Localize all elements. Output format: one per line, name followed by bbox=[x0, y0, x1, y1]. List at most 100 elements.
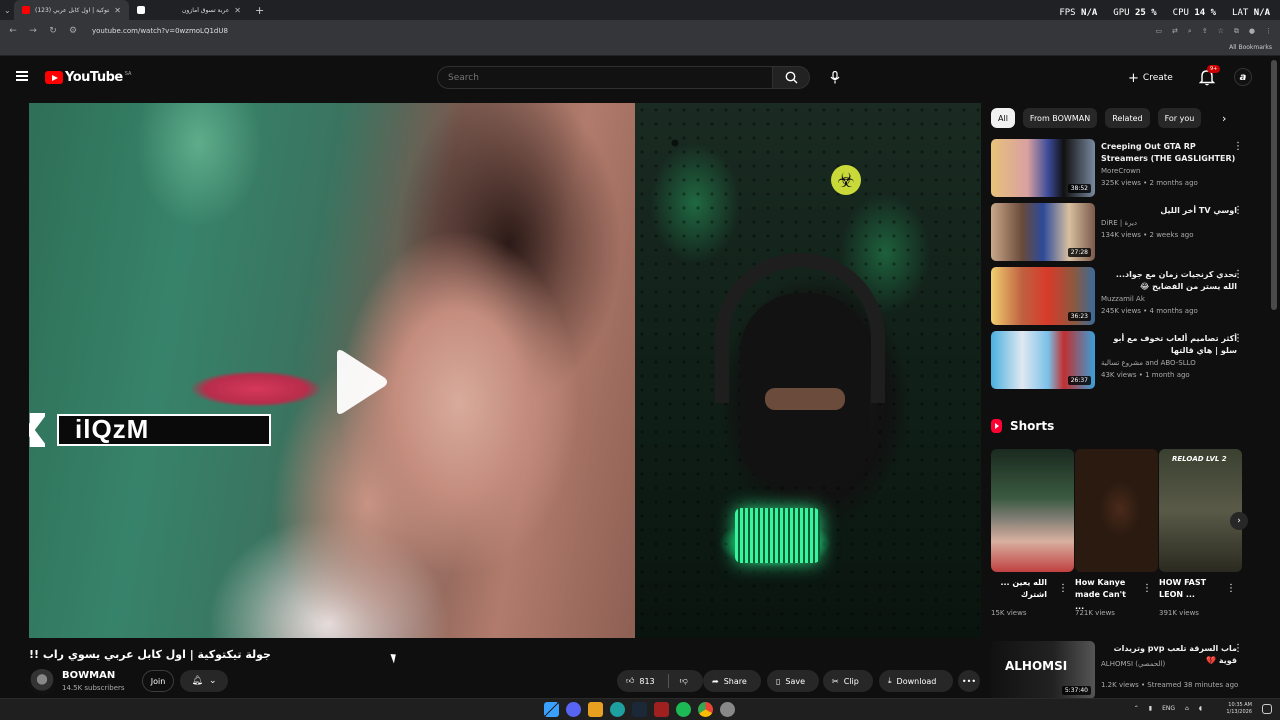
more-vertical-icon[interactable]: ⋮ bbox=[1233, 643, 1243, 654]
close-tab-icon[interactable]: ✕ bbox=[234, 6, 241, 15]
forward-icon[interactable]: → bbox=[28, 26, 38, 36]
settings-icon[interactable] bbox=[720, 702, 735, 717]
short-thumbnail[interactable] bbox=[1075, 449, 1158, 572]
chevron-right-icon[interactable]: › bbox=[1222, 112, 1226, 125]
recommended-video[interactable]: 27:28 اوسي TV أخر الليل DiRE | ديرة 134K… bbox=[991, 203, 1256, 261]
video-thumbnail[interactable]: 27:28 bbox=[991, 203, 1095, 261]
language-indicator[interactable]: ENG bbox=[1162, 705, 1175, 712]
recommended-video[interactable]: 26:37 أكثر تصاميم ألعاب تخوف مع أبو سلو … bbox=[991, 331, 1256, 389]
more-vertical-icon[interactable]: ⋮ bbox=[1233, 269, 1243, 280]
close-tab-icon[interactable]: ✕ bbox=[114, 6, 121, 15]
volume-icon[interactable]: ◖ bbox=[1199, 705, 1202, 712]
cast-icon[interactable]: ▭ bbox=[1155, 27, 1162, 35]
chip-from-channel[interactable]: From BOWMAN bbox=[1022, 108, 1098, 128]
chrome-icon[interactable] bbox=[698, 702, 713, 717]
play-icon[interactable] bbox=[329, 348, 389, 416]
discord-icon[interactable] bbox=[566, 702, 581, 717]
notification-center-icon[interactable] bbox=[1262, 704, 1272, 714]
video-thumbnail[interactable]: 36:23 bbox=[991, 267, 1095, 325]
reload-icon[interactable]: ↻ bbox=[48, 26, 58, 36]
bookmark-star-icon[interactable]: ☆ bbox=[1218, 27, 1224, 35]
browser-tab-amazon[interactable]: عربة تسوق أمازون ✕ bbox=[129, 0, 249, 20]
more-vertical-icon[interactable]: ⋮ bbox=[1058, 583, 1068, 594]
plus-icon: + bbox=[1128, 70, 1139, 86]
video-title: جولة تيكتوكية | اول كابل عربي يسوي راب !… bbox=[29, 648, 271, 661]
mouse-cursor bbox=[390, 652, 399, 664]
more-vertical-icon[interactable]: ⋮ bbox=[1233, 205, 1243, 216]
more-vertical-icon[interactable]: ⋮ bbox=[1233, 333, 1243, 344]
app-icon[interactable] bbox=[588, 702, 603, 717]
short-thumbnail[interactable] bbox=[991, 449, 1074, 572]
browser-tab-youtube[interactable]: (123) جولة تيكتوكية | اول كابل عربي ✕ bbox=[14, 0, 129, 20]
more-vertical-icon[interactable]: ⋮ bbox=[1142, 583, 1152, 594]
share-arrow-icon: ➦ bbox=[712, 676, 719, 686]
create-button[interactable]: + Create bbox=[1128, 68, 1173, 88]
biohazard-icon: ☣ bbox=[831, 165, 861, 195]
like-dislike-group: 👍︎ 813 👎︎ bbox=[617, 670, 703, 692]
start-icon[interactable] bbox=[544, 702, 559, 717]
channel-avatar[interactable] bbox=[29, 669, 55, 695]
like-button[interactable]: 👍︎ 813 bbox=[626, 676, 655, 686]
steam-icon[interactable] bbox=[632, 702, 647, 717]
chip-for-you[interactable]: For you bbox=[1157, 108, 1202, 128]
system-tray: ⌃ ▮ ENG ⌂ ◖ bbox=[1134, 705, 1240, 712]
app-icon[interactable] bbox=[610, 702, 625, 717]
voice-search-button[interactable] bbox=[824, 66, 846, 88]
more-vertical-icon[interactable]: ⋮ bbox=[1233, 141, 1243, 152]
chip-related[interactable]: Related bbox=[1105, 108, 1150, 128]
shorts-next-button[interactable]: › bbox=[1230, 512, 1248, 530]
gpu-readout: GPU 25 % bbox=[1113, 8, 1157, 18]
short-title[interactable]: الله يعين ... اشترك bbox=[991, 577, 1047, 601]
tab-list-icon[interactable]: ⌄ bbox=[0, 0, 14, 20]
channel-name[interactable]: BOWMAN bbox=[62, 670, 115, 681]
video-thumbnail[interactable]: 26:37 bbox=[991, 331, 1095, 389]
zoom-icon[interactable]: ⌕ bbox=[1188, 27, 1192, 36]
video-thumbnail[interactable]: ALHOMSI 5:37:40 bbox=[991, 641, 1095, 699]
extensions-icon[interactable]: ⧉ bbox=[1234, 27, 1239, 36]
page-scrollbar[interactable] bbox=[1271, 60, 1277, 310]
clip-button[interactable]: ✂ Clip bbox=[823, 670, 873, 692]
join-button[interactable]: Join bbox=[142, 670, 174, 692]
short-views: 391K views bbox=[1159, 609, 1199, 617]
network-icon[interactable]: ⌂ bbox=[1185, 705, 1189, 712]
short-title[interactable]: HOW FAST LEON ... bbox=[1159, 577, 1221, 601]
recommended-video[interactable]: 38:52 Creeping Out GTA RP Streamers (THE… bbox=[991, 139, 1256, 197]
more-vertical-icon[interactable]: ⋮ bbox=[1226, 583, 1236, 594]
hamburger-menu-icon[interactable] bbox=[16, 71, 28, 81]
profile-icon[interactable]: ● bbox=[1249, 27, 1255, 35]
microphone-tray-icon[interactable]: ▮ bbox=[1149, 705, 1152, 712]
short-title[interactable]: How Kanye made Can't ... bbox=[1075, 577, 1137, 613]
video-detail bbox=[191, 371, 321, 407]
account-avatar[interactable]: a bbox=[1234, 68, 1252, 86]
all-bookmarks-button[interactable]: All Bookmarks bbox=[1229, 44, 1272, 51]
url-field[interactable]: youtube.com/watch?v=0wzmoLQ1dU8 bbox=[92, 27, 1145, 35]
recommended-video[interactable]: ALHOMSI 5:37:40 ماب السرقة تلعب pvp وتري… bbox=[991, 641, 1256, 699]
youtube-logo[interactable]: YouTube SA bbox=[45, 70, 131, 85]
back-icon[interactable]: ← bbox=[8, 26, 18, 36]
video-thumbnail[interactable]: 38:52 bbox=[991, 139, 1095, 197]
bell-icon: 🔔︎ bbox=[191, 676, 203, 686]
short-thumbnail[interactable] bbox=[1159, 449, 1242, 572]
translate-icon[interactable]: ⇄ bbox=[1172, 27, 1178, 35]
shorts-section-header: Shorts bbox=[991, 419, 1054, 433]
chip-all[interactable]: All bbox=[991, 108, 1015, 128]
download-icon: ⤓ bbox=[888, 676, 892, 685]
more-actions-button[interactable]: ••• bbox=[958, 670, 980, 692]
dislike-button[interactable]: 👎︎ bbox=[674, 676, 688, 686]
system-clock[interactable]: 10:35 AM 1/13/2026 bbox=[1226, 702, 1252, 716]
save-button[interactable]: ▯ Save bbox=[767, 670, 819, 692]
chevron-up-icon[interactable]: ⌃ bbox=[1134, 705, 1139, 712]
browser-menu-icon[interactable]: ⋮ bbox=[1265, 27, 1272, 35]
search-button[interactable] bbox=[772, 66, 810, 89]
app-icon[interactable] bbox=[654, 702, 669, 717]
search-input[interactable] bbox=[437, 66, 773, 89]
site-info-icon[interactable]: ⚙ bbox=[68, 26, 78, 36]
subscription-bell-button[interactable]: 🔔︎ ⌄ bbox=[180, 670, 228, 692]
share-page-icon[interactable]: ⇪ bbox=[1202, 27, 1208, 35]
video-player[interactable]: ☣ ilQzM bbox=[29, 103, 981, 638]
spotify-icon[interactable] bbox=[676, 702, 691, 717]
download-button[interactable]: ⤓ Download bbox=[879, 670, 953, 692]
recommended-video[interactable]: 36:23 تحدي كرنجيات زمان مع جواد... الله … bbox=[991, 267, 1256, 325]
new-tab-icon[interactable]: + bbox=[255, 4, 264, 17]
share-button[interactable]: ➦ Share bbox=[703, 670, 761, 692]
